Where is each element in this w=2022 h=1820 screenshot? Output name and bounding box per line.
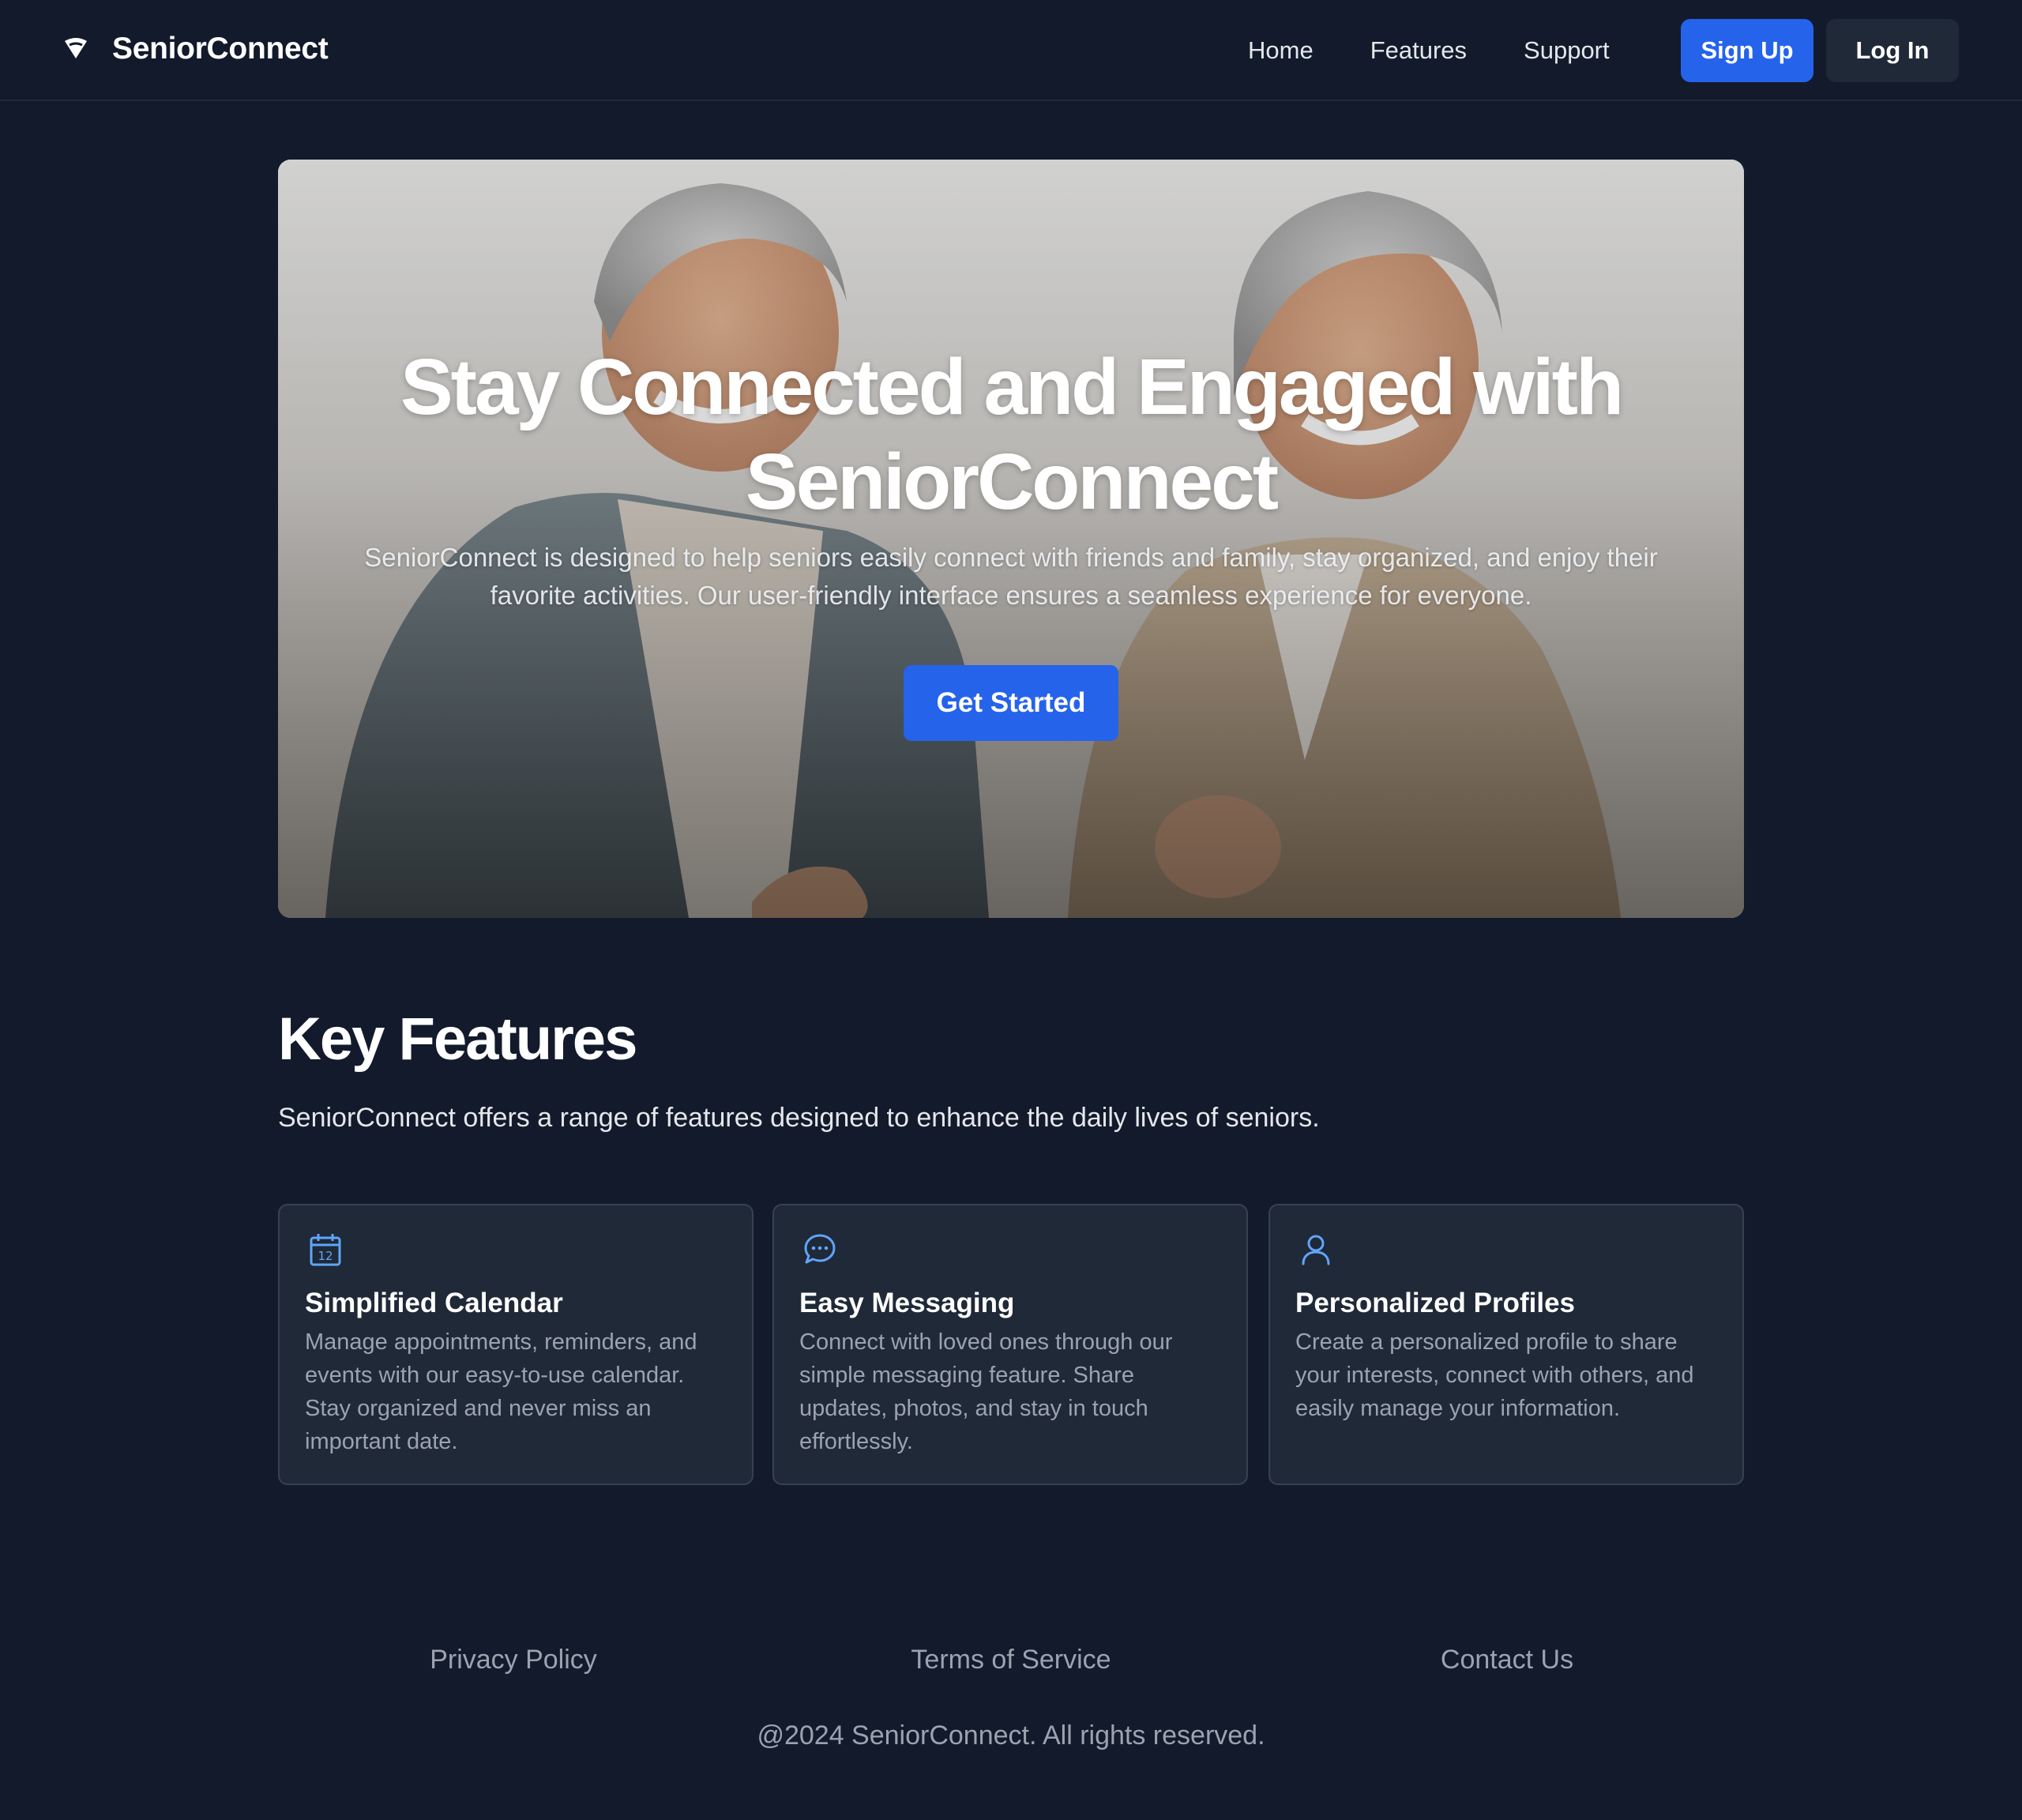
hero-title-line-1: Stay Connected and Engaged with	[400, 343, 1624, 431]
feature-card-calendar: 12 Simplified Calendar Manage appointmen…	[278, 1204, 754, 1485]
chat-bubble-icon	[804, 1234, 836, 1264]
nav-link-home[interactable]: Home	[1248, 36, 1314, 65]
footer-link-terms[interactable]: Terms of Service	[853, 1645, 1169, 1675]
feature-card-description: Connect with loved ones through our simp…	[799, 1329, 1173, 1454]
feature-card-title: Personalized Profiles	[1295, 1288, 1576, 1318]
calendar-icon: 12	[310, 1234, 341, 1266]
nav-link-support[interactable]: Support	[1524, 36, 1610, 65]
hero-title-line-2: SeniorConnect	[745, 438, 1279, 526]
log-in-button[interactable]: Log In	[1826, 19, 1959, 82]
feature-card-description: Manage appointments, reminders, and even…	[305, 1329, 697, 1454]
hero-banner: Stay Connected and Engaged with SeniorCo…	[278, 160, 1744, 918]
main-nav: Home Features Support	[1248, 0, 1667, 101]
user-icon	[1302, 1235, 1330, 1265]
feature-card-description: Create a personalized profile to share y…	[1295, 1329, 1694, 1421]
footer-link-privacy[interactable]: Privacy Policy	[395, 1645, 632, 1675]
nav-link-features[interactable]: Features	[1370, 36, 1467, 65]
brand-name: SeniorConnect	[112, 32, 329, 66]
feature-card-profiles: Personalized Profiles Create a personali…	[1268, 1204, 1744, 1485]
page: SeniorConnect Home Features Support Sign…	[0, 0, 2022, 1820]
feature-card-messaging: Easy Messaging Connect with loved ones t…	[772, 1204, 1248, 1485]
hero-title: Stay Connected and Engaged with SeniorCo…	[357, 340, 1665, 529]
sign-up-button[interactable]: Sign Up	[1681, 19, 1813, 82]
copyright-text: @2024 SeniorConnect. All rights reserved…	[757, 1720, 1265, 1750]
hero-subtitle: SeniorConnect is designed to help senior…	[364, 543, 1658, 610]
svg-text:12: 12	[318, 1249, 333, 1263]
top-nav-bar: SeniorConnect Home Features Support Sign…	[0, 0, 2022, 101]
feature-card-title: Easy Messaging	[799, 1288, 1015, 1318]
features-heading: Key Features	[278, 1006, 637, 1073]
brand-logo-link[interactable]: SeniorConnect	[63, 32, 329, 66]
footer-link-contact[interactable]: Contact Us	[1389, 1645, 1625, 1675]
wifi-signal-icon	[65, 38, 87, 58]
features-subtitle: SeniorConnect offers a range of features…	[278, 1103, 1320, 1133]
get-started-button[interactable]: Get Started	[904, 665, 1118, 741]
feature-card-title: Simplified Calendar	[305, 1288, 563, 1318]
